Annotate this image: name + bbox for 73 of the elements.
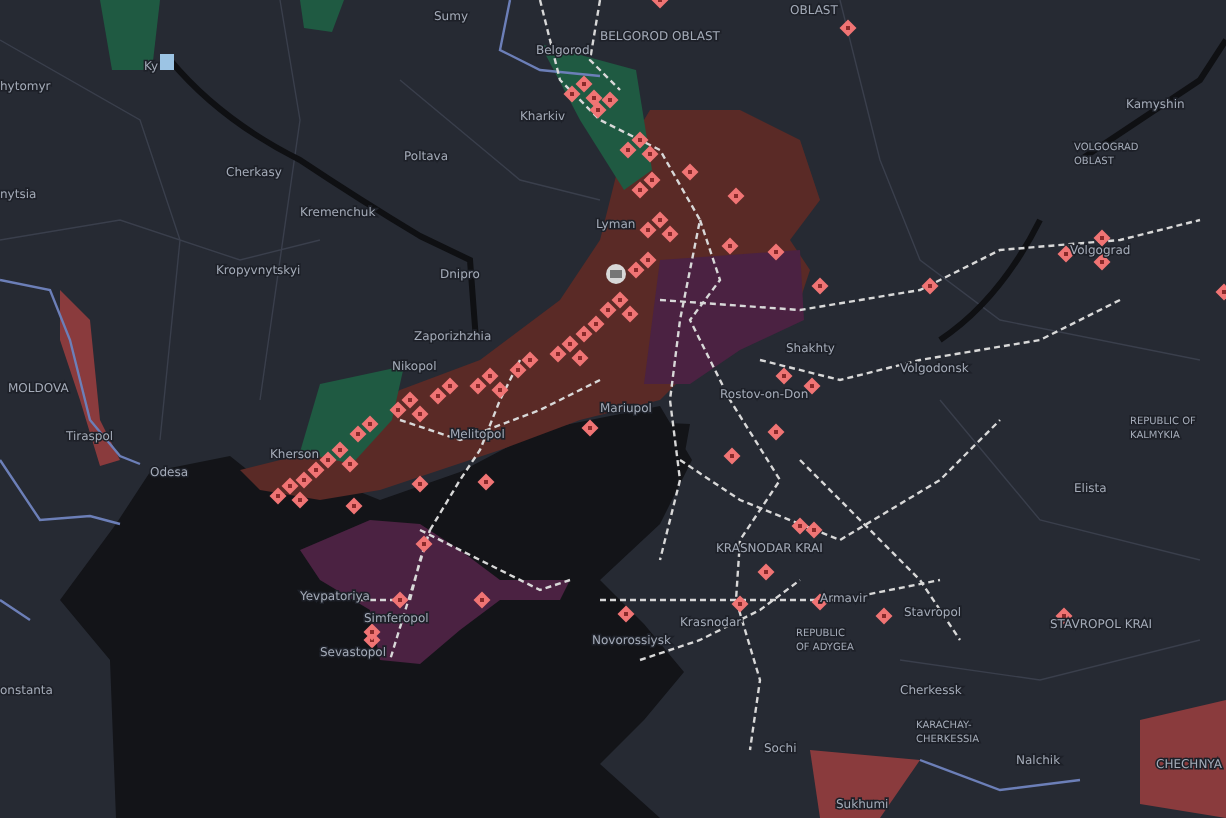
marker-icon[interactable] xyxy=(477,473,495,491)
marker-icon[interactable] xyxy=(627,261,645,279)
marker-icon[interactable] xyxy=(361,415,379,433)
marker-icon[interactable] xyxy=(571,349,589,367)
marker-icon[interactable] xyxy=(639,251,657,269)
marker-icon[interactable] xyxy=(319,451,337,469)
marker-icon[interactable] xyxy=(651,211,669,229)
marker-icon[interactable] xyxy=(575,75,593,93)
marker-icon[interactable] xyxy=(721,237,739,255)
marker-icon[interactable] xyxy=(401,391,419,409)
marker-icon[interactable] xyxy=(587,315,605,333)
marker-icon[interactable] xyxy=(617,605,635,623)
marker-icon[interactable] xyxy=(581,419,599,437)
marker-icon[interactable] xyxy=(491,381,509,399)
marker-icon[interactable] xyxy=(391,591,409,609)
marker-icon[interactable] xyxy=(473,591,491,609)
marker-icon[interactable] xyxy=(619,141,637,159)
marker-icon[interactable] xyxy=(767,243,785,261)
city-marker-icon[interactable] xyxy=(160,54,174,70)
marker-icon[interactable] xyxy=(681,163,699,181)
marker-icon[interactable] xyxy=(549,345,567,363)
marker-icon[interactable] xyxy=(363,623,381,641)
marker-icon[interactable] xyxy=(291,491,309,509)
marker-icon[interactable] xyxy=(415,535,433,553)
marker-icon[interactable] xyxy=(641,145,659,163)
marker-icon[interactable] xyxy=(791,517,809,535)
marker-icon[interactable] xyxy=(731,595,749,613)
marker-icon[interactable] xyxy=(921,277,939,295)
marker-icon[interactable] xyxy=(805,521,823,539)
marker-icon[interactable] xyxy=(429,387,447,405)
marker-icon[interactable] xyxy=(469,377,487,395)
marker-icon[interactable] xyxy=(611,291,629,309)
marker-icon[interactable] xyxy=(651,0,669,9)
marker-icon[interactable] xyxy=(1093,229,1111,247)
marker-icon[interactable] xyxy=(775,367,793,385)
marker-icon[interactable] xyxy=(639,221,657,239)
marker-icon[interactable] xyxy=(521,351,539,369)
marker-icon[interactable] xyxy=(599,301,617,319)
marker-icon[interactable] xyxy=(767,423,785,441)
marker-icon[interactable] xyxy=(389,401,407,419)
map[interactable] xyxy=(0,0,1226,818)
marker-icon[interactable] xyxy=(839,19,857,37)
marker-icon[interactable] xyxy=(441,377,459,395)
marker-icon[interactable] xyxy=(723,447,741,465)
marker-icon[interactable] xyxy=(621,305,639,323)
marker-icon[interactable] xyxy=(575,325,593,343)
marker-icon[interactable] xyxy=(811,277,829,295)
marker-icon[interactable] xyxy=(631,131,649,149)
marker-icon[interactable] xyxy=(631,181,649,199)
marker-icon[interactable] xyxy=(411,405,429,423)
marker-icon[interactable] xyxy=(1093,253,1111,271)
marker-icon[interactable] xyxy=(643,171,661,189)
marker-icon[interactable] xyxy=(509,361,527,379)
marker-icon[interactable] xyxy=(589,101,607,119)
marker-icon[interactable] xyxy=(727,187,745,205)
camera-icon[interactable] xyxy=(606,264,626,284)
marker-icon[interactable] xyxy=(1215,283,1226,301)
marker-icon[interactable] xyxy=(411,475,429,493)
marker-icon[interactable] xyxy=(295,471,313,489)
marker-icon[interactable] xyxy=(561,335,579,353)
marker-icon[interactable] xyxy=(269,487,287,505)
marker-icon[interactable] xyxy=(341,455,359,473)
marker-icon[interactable] xyxy=(875,607,893,625)
marker-icon[interactable] xyxy=(281,477,299,495)
marker-icon[interactable] xyxy=(661,225,679,243)
marker-icon[interactable] xyxy=(307,461,325,479)
marker-icon[interactable] xyxy=(563,85,581,103)
marker-icon[interactable] xyxy=(349,425,367,443)
marker-icon[interactable] xyxy=(345,497,363,515)
marker-icon[interactable] xyxy=(331,441,349,459)
marker-icon[interactable] xyxy=(601,91,619,109)
marker-icon[interactable] xyxy=(757,563,775,581)
marker-icon[interactable] xyxy=(481,367,499,385)
